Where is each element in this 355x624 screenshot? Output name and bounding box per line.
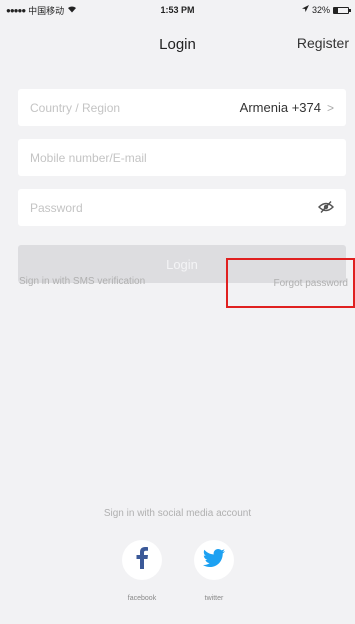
signal-strength-icon: ●●●●● (6, 5, 26, 15)
carrier-name: 中国移动 (28, 5, 65, 16)
register-button[interactable]: Register (297, 35, 349, 51)
mobile-email-input[interactable] (30, 150, 334, 165)
eye-off-icon[interactable] (318, 200, 334, 214)
chevron-right-icon: > (326, 100, 334, 115)
sms-verification-link[interactable]: Sign in with SMS verification (19, 276, 145, 287)
battery-percent: 32% (311, 5, 330, 15)
facebook-icon (135, 546, 149, 574)
page-title: Login (159, 35, 196, 53)
twitter-icon (203, 548, 225, 572)
password-field[interactable] (18, 189, 346, 226)
forgot-password-label: Forgot password (273, 277, 348, 289)
social-login-label: Sign in with social media account (103, 508, 252, 519)
facebook-login-button[interactable] (122, 540, 162, 580)
country-value-text: Armenia +374 (239, 100, 321, 115)
nav-bar: Login Register (0, 22, 355, 66)
location-icon (301, 5, 309, 15)
battery-fill (334, 7, 339, 13)
country-value: Armenia +374 > (240, 100, 334, 115)
country-region-selector[interactable]: Country / Region Armenia +374 > (18, 89, 346, 126)
mobile-email-field[interactable] (18, 139, 346, 176)
status-bar: ●●●●● 中国移动 1:53 PM 32% (0, 0, 355, 20)
twitter-login-button[interactable] (194, 540, 234, 580)
battery-icon (333, 6, 351, 14)
twitter-caption: twitter (204, 595, 224, 602)
status-left: ●●●●● 中国移动 (6, 4, 77, 17)
facebook-caption: facebook (127, 595, 157, 602)
country-region-label: Country / Region (30, 100, 121, 115)
wifi-icon (67, 5, 77, 15)
status-right: 32% (301, 5, 351, 15)
forgot-password-link[interactable]: Forgot password (226, 258, 355, 308)
password-input[interactable] (30, 200, 334, 215)
